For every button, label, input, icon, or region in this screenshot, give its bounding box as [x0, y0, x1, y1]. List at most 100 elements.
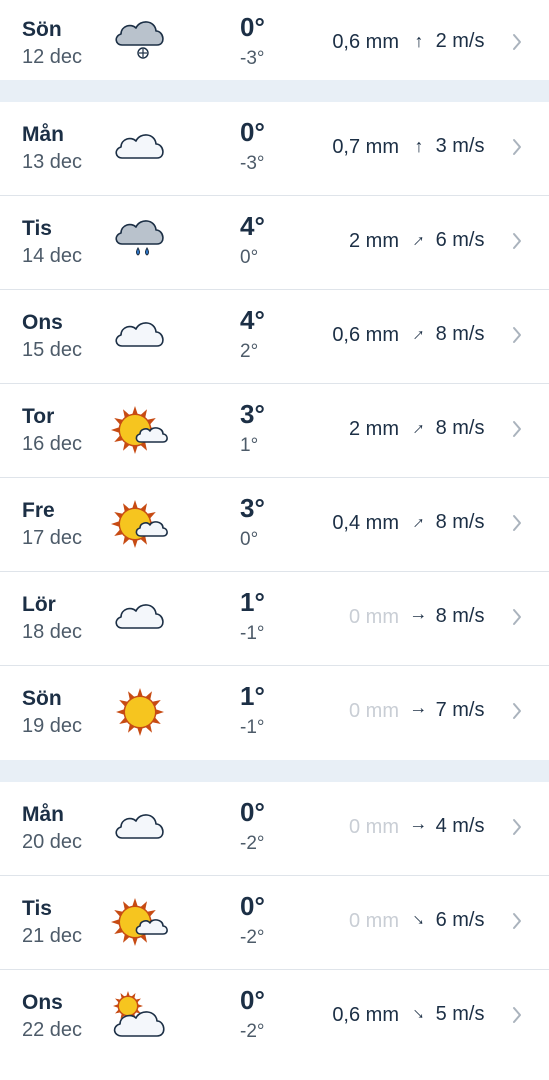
wind-speed: 6 m/s [435, 229, 485, 251]
wind-speed: 2 m/s [435, 30, 485, 52]
forecast-row[interactable]: Lör 18 dec 1° -1° 0 mm ↑ 8 m/s [0, 572, 549, 666]
forecast-row[interactable]: Fre 17 dec 3° 0° 0,4 mm ↑ 8 m/s [0, 478, 549, 572]
chevron-right-icon[interactable] [512, 702, 522, 719]
forecast-row[interactable]: Ons 15 dec 4° 2° 0,6 mm ↑ 8 m/s [0, 290, 549, 384]
wind: ↑ 5 m/s [408, 1003, 508, 1026]
chevron-right-icon[interactable] [512, 818, 522, 835]
wind-direction-icon: ↑ [409, 1004, 430, 1026]
day-name: Fre [22, 499, 55, 522]
sun-icon [108, 684, 172, 740]
high-temp: 0° [240, 891, 265, 921]
high-temp: 4° [240, 211, 265, 241]
low-temp: -2° [240, 1021, 265, 1042]
wind-direction-icon: ↑ [409, 323, 430, 345]
low-temp: -1° [240, 623, 265, 644]
wind-direction-icon: ↑ [414, 136, 424, 156]
precipitation: 0,6 mm [332, 324, 399, 346]
forecast-row[interactable]: Sön 19 dec 1° -1° 0 mm ↑ 7 m/s [0, 666, 549, 760]
day-date: 17 dec [22, 527, 83, 549]
precipitation: 0,6 mm [332, 31, 399, 53]
day-date: 21 dec [22, 925, 83, 947]
day-name: Sön [22, 18, 62, 41]
day-date: 12 dec [22, 46, 83, 68]
forecast-row[interactable]: Ons 22 dec 0° -2° 0,6 mm ↑ 5 m/s [0, 970, 549, 1064]
wind-direction-icon: ↑ [409, 417, 430, 439]
low-temp: -2° [240, 833, 265, 854]
high-temp: 3° [240, 399, 265, 429]
precipitation: 0,7 mm [332, 136, 399, 158]
day-name: Tis [22, 217, 52, 240]
day-date: 20 dec [22, 831, 83, 853]
week-separator [0, 760, 549, 782]
day-name: Mån [22, 123, 64, 146]
cloud-icon [108, 308, 172, 364]
high-temp: 3° [240, 493, 265, 523]
wind: ↑ 4 m/s [408, 815, 508, 838]
wind: ↑ 8 m/s [408, 511, 508, 534]
high-temp: 1° [240, 587, 265, 617]
wind: ↑ 6 m/s [408, 229, 508, 252]
high-temp: 0° [240, 797, 265, 827]
low-temp: -2° [240, 927, 265, 948]
day-date: 14 dec [22, 245, 83, 267]
chevron-right-icon[interactable] [512, 514, 522, 531]
cloud-icon [108, 800, 172, 856]
chevron-right-icon[interactable] [512, 608, 522, 625]
forecast-row[interactable]: Mån 13 dec 0° -3° 0,7 mm ↑ 3 m/s [0, 102, 549, 196]
wind: ↑ 6 m/s [408, 909, 508, 932]
wind-speed: 5 m/s [435, 1003, 485, 1025]
forecast-row[interactable]: Tor 16 dec 3° 1° 2 mm ↑ 8 m/s [0, 384, 549, 478]
precipitation: 0 mm [349, 700, 399, 722]
wind: ↑ 8 m/s [408, 605, 508, 628]
day-date: 16 dec [22, 433, 83, 455]
day-name: Mån [22, 803, 64, 826]
cloud-icon [108, 120, 172, 176]
precipitation: 0,4 mm [332, 512, 399, 534]
day-name: Ons [22, 311, 63, 334]
chevron-right-icon[interactable] [512, 33, 522, 50]
wind-speed: 8 m/s [435, 605, 485, 627]
wind-direction-icon: ↑ [409, 910, 430, 932]
low-temp: -3° [240, 153, 265, 174]
precipitation: 0 mm [349, 816, 399, 838]
wind-direction-icon: ↑ [409, 612, 430, 621]
chevron-right-icon[interactable] [512, 326, 522, 343]
chevron-right-icon[interactable] [512, 1006, 522, 1023]
wind-speed: 8 m/s [435, 323, 485, 345]
wind: ↑ 8 m/s [408, 417, 508, 440]
day-date: 22 dec [22, 1019, 83, 1041]
wind-direction-icon: ↑ [409, 229, 430, 251]
low-temp: 0° [240, 529, 259, 550]
forecast-row[interactable]: Sön 12 dec 0° -3° 0,6 mm ↑ 2 m/s [0, 0, 549, 80]
day-name: Sön [22, 687, 62, 710]
sun-cloud-icon [108, 496, 172, 552]
precipitation: 2 mm [349, 418, 399, 440]
forecast-list: Sön 12 dec 0° -3° 0,6 mm ↑ 2 m/s Mån 13 … [0, 0, 549, 1064]
chevron-right-icon[interactable] [512, 138, 522, 155]
day-date: 13 dec [22, 151, 83, 173]
day-name: Ons [22, 991, 63, 1014]
forecast-row[interactable]: Tis 21 dec 0° -2° 0 mm ↑ 6 m/s [0, 876, 549, 970]
day-name: Tis [22, 897, 52, 920]
high-temp: 0° [240, 985, 265, 1015]
wind-speed: 3 m/s [435, 135, 485, 157]
forecast-row[interactable]: Mån 20 dec 0° -2° 0 mm ↑ 4 m/s [0, 782, 549, 876]
precipitation: 2 mm [349, 230, 399, 252]
wind-direction-icon: ↑ [409, 822, 430, 831]
low-temp: 0° [240, 247, 259, 268]
precipitation: 0,6 mm [332, 1004, 399, 1026]
wind: ↑ 2 m/s [408, 30, 508, 53]
wind-speed: 8 m/s [435, 417, 485, 439]
day-date: 19 dec [22, 715, 83, 737]
wind: ↑ 3 m/s [408, 135, 508, 158]
chevron-right-icon[interactable] [512, 420, 522, 437]
sun-cloud-icon [108, 402, 172, 458]
wind-speed: 4 m/s [435, 815, 485, 837]
chevron-right-icon[interactable] [512, 232, 522, 249]
wind-direction-icon: ↑ [409, 511, 430, 533]
wind: ↑ 8 m/s [408, 323, 508, 346]
chevron-right-icon[interactable] [512, 912, 522, 929]
forecast-row[interactable]: Tis 14 dec 4° 0° 2 mm ↑ 6 m/s [0, 196, 549, 290]
low-temp: 2° [240, 341, 259, 362]
day-date: 18 dec [22, 621, 83, 643]
